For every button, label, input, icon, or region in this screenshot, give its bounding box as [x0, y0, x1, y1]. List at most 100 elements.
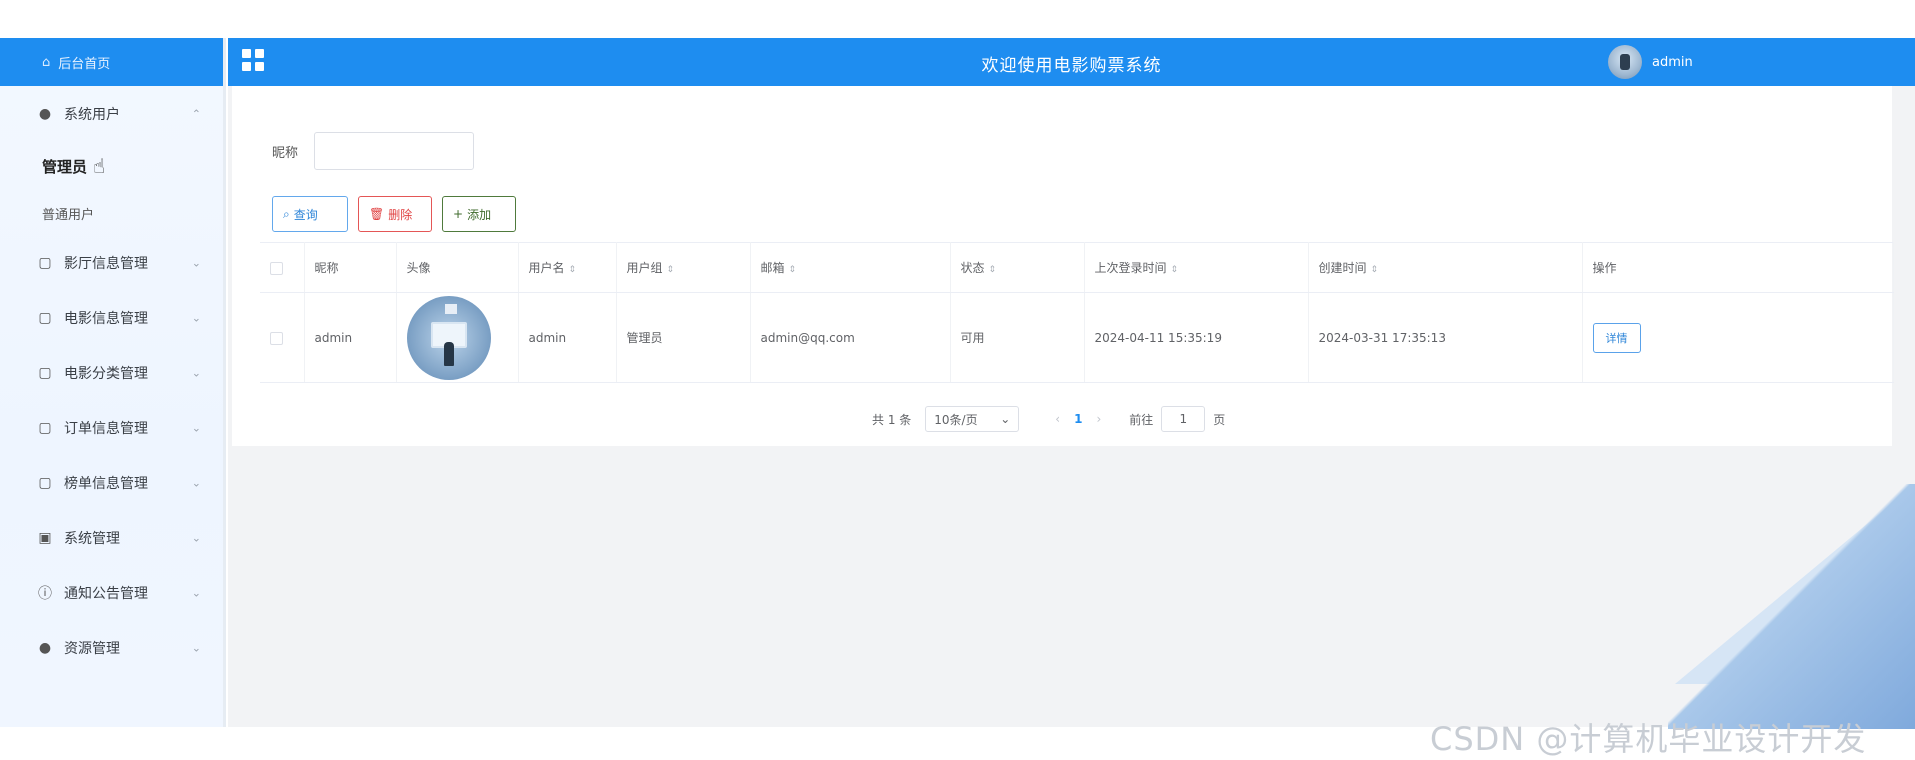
nickname-search-input[interactable] [314, 132, 475, 170]
action-cell: 详情 [1582, 292, 1894, 383]
page-size-value: 10条/页 [934, 412, 978, 427]
total-count: 共 1 条 [872, 412, 912, 427]
chevron-down-icon: ⌄ [191, 531, 201, 544]
delete-button[interactable]: 🗑 删除 [358, 196, 432, 232]
page-size-select[interactable]: 10条/页 ⌄ [925, 406, 1020, 432]
chevron-down-icon: ⌄ [191, 476, 201, 489]
column-header-sortable[interactable]: 状态 ⇕ [950, 242, 1085, 293]
add-button[interactable]: + 添加 [442, 196, 516, 232]
column-header: 操作 [1582, 242, 1894, 293]
add-button-label: 添加 [467, 207, 492, 222]
folder-icon: ▢ [38, 254, 52, 271]
sidebar-item-label: 电影信息管理 [64, 310, 148, 327]
query-button-label: 查询 [293, 207, 318, 222]
sidebar-item-label: 电影分类管理 [64, 365, 148, 382]
user-menu[interactable]: admin [1608, 45, 1693, 79]
chevron-down-icon: ⌄ [191, 366, 201, 379]
sidebar-item-resource[interactable]: ● 资源管理 ⌄ [0, 620, 223, 675]
page-suffix: 页 [1213, 412, 1226, 427]
image-icon: ▣ [38, 529, 52, 546]
top-header: 欢迎使用电影购票系统 admin [228, 38, 1915, 86]
pin-icon: ● [38, 639, 52, 656]
sidebar-home-label: 后台首页 [58, 56, 111, 72]
sidebar-item-order[interactable]: ▢ 订单信息管理 ⌄ [0, 400, 223, 455]
chevron-up-icon: ⌃ [191, 107, 201, 120]
column-header: 头像 [396, 242, 519, 293]
avatar [1608, 45, 1642, 79]
current-page[interactable]: 1 [1074, 412, 1082, 426]
column-header-sortable[interactable]: 用户组 ⇕ [616, 242, 751, 293]
select-all-checkbox[interactable] [270, 261, 283, 275]
sidebar-home-link[interactable]: ⌂ 后台首页 [0, 38, 223, 86]
hand-cursor-icon: ☝ [93, 154, 106, 178]
detail-button[interactable]: 详情 [1592, 322, 1641, 353]
pagination: 共 1 条 10条/页 ⌄ ‹ 1 › 前往 1 页 [872, 406, 1225, 432]
column-header-sortable[interactable]: 邮箱 ⇕ [750, 242, 951, 293]
search-icon: ⌕ [283, 206, 290, 221]
row-select-cell[interactable] [260, 292, 305, 383]
select-all-cell[interactable] [260, 242, 305, 293]
chevron-down-icon: ⌄ [1000, 412, 1011, 426]
group-cell: 管理员 [616, 292, 751, 383]
next-page-button[interactable]: › [1096, 412, 1101, 426]
email-cell: admin@qq.com [750, 292, 951, 383]
column-header-sortable[interactable]: 创建时间 ⇕ [1308, 242, 1583, 293]
chevron-down-icon: ⌄ [191, 641, 201, 654]
sidebar-subitem-label: 管理员 [42, 157, 88, 176]
search-label: 昵称 [272, 145, 299, 161]
watermark: CSDN @计算机毕业设计开发 [1430, 720, 1867, 758]
sidebar-subitem-label: 普通用户 [42, 207, 95, 223]
toolbar: ⌕ 查询 🗑 删除 + 添加 [272, 196, 526, 232]
sidebar-item-hall[interactable]: ▢ 影厅信息管理 ⌄ [0, 235, 223, 290]
chevron-down-icon: ⌄ [191, 586, 201, 599]
goto-page-input[interactable]: 1 [1161, 406, 1206, 432]
user-avatar-image [406, 295, 491, 380]
sidebar-item-label: 资源管理 [64, 640, 120, 657]
sidebar-item-label: 系统管理 [64, 530, 120, 547]
query-button[interactable]: ⌕ 查询 [272, 196, 348, 232]
last-login-cell: 2024-04-11 15:35:19 [1084, 292, 1309, 383]
sort-icon: ⇕ [1370, 265, 1379, 275]
sidebar-subitem-admin[interactable]: 管理员 ☝ [0, 141, 223, 191]
sort-icon: ⇕ [568, 265, 577, 275]
sidebar-item-label: 订单信息管理 [64, 420, 148, 437]
column-header-sortable[interactable]: 上次登录时间 ⇕ [1084, 242, 1309, 293]
info-icon: ⓘ [38, 585, 52, 602]
content-panel: 昵称 ⌕ 查询 🗑 删除 + 添加 昵称 头像 用户名 ⇕ 用户组 ⇕ 邮箱 ⇕… [232, 86, 1894, 446]
column-header-sortable[interactable]: 用户名 ⇕ [518, 242, 617, 293]
goto-label: 前往 [1129, 412, 1154, 427]
table-header-row: 昵称 头像 用户名 ⇕ 用户组 ⇕ 邮箱 ⇕ 状态 ⇕ 上次登录时间 ⇕ 创建时间 ⇕ 操作 [260, 242, 1894, 293]
sort-icon: ⇕ [988, 265, 997, 275]
chevron-down-icon: ⌄ [191, 256, 201, 269]
prev-page-button[interactable]: ‹ [1055, 412, 1060, 426]
chevron-down-icon: ⌄ [191, 311, 201, 324]
sidebar-item-movie-category[interactable]: ▢ 电影分类管理 ⌄ [0, 345, 223, 400]
folder-icon: ▢ [38, 309, 52, 326]
sidebar-item-ranking[interactable]: ▢ 榜单信息管理 ⌄ [0, 455, 223, 510]
folder-icon: ▢ [38, 364, 52, 381]
sidebar-item-system[interactable]: ▣ 系统管理 ⌄ [0, 510, 223, 565]
sidebar-item-movie[interactable]: ▢ 电影信息管理 ⌄ [0, 290, 223, 345]
trash-icon: 🗑 [369, 207, 385, 221]
home-icon: ⌂ [42, 54, 51, 70]
sidebar-item-system-users[interactable]: ● 系统用户 ⌃ [0, 86, 223, 141]
username-cell: admin [518, 292, 617, 383]
folder-icon: ▢ [38, 419, 52, 436]
user-icon: ● [38, 105, 52, 122]
row-checkbox[interactable] [270, 331, 283, 345]
sidebar-item-label: 榜单信息管理 [64, 475, 148, 492]
sidebar-item-notice[interactable]: ⓘ 通知公告管理 ⌄ [0, 565, 223, 620]
app-root: ⌂ 后台首页 ● 系统用户 ⌃ 管理员 ☝ 普通用户 ▢ 影厅信息管理 ⌄ ▢ … [0, 38, 1915, 758]
column-header: 昵称 [304, 242, 397, 293]
plus-icon: + [453, 207, 464, 221]
search-bar: 昵称 [272, 132, 475, 170]
avatar-cell [396, 292, 519, 383]
sidebar-subitem-normal-users[interactable]: 普通用户 [0, 191, 223, 235]
delete-button-label: 删除 [388, 207, 413, 222]
status-cell: 可用 [950, 292, 1085, 383]
table-row: admin admin 管理员 admin@qq.com 可用 2024-04-… [260, 292, 1894, 383]
sidebar-item-label: 影厅信息管理 [64, 255, 148, 272]
sort-icon: ⇕ [1170, 265, 1179, 275]
sort-icon: ⇕ [788, 265, 797, 275]
background-decoration [1668, 484, 1915, 729]
